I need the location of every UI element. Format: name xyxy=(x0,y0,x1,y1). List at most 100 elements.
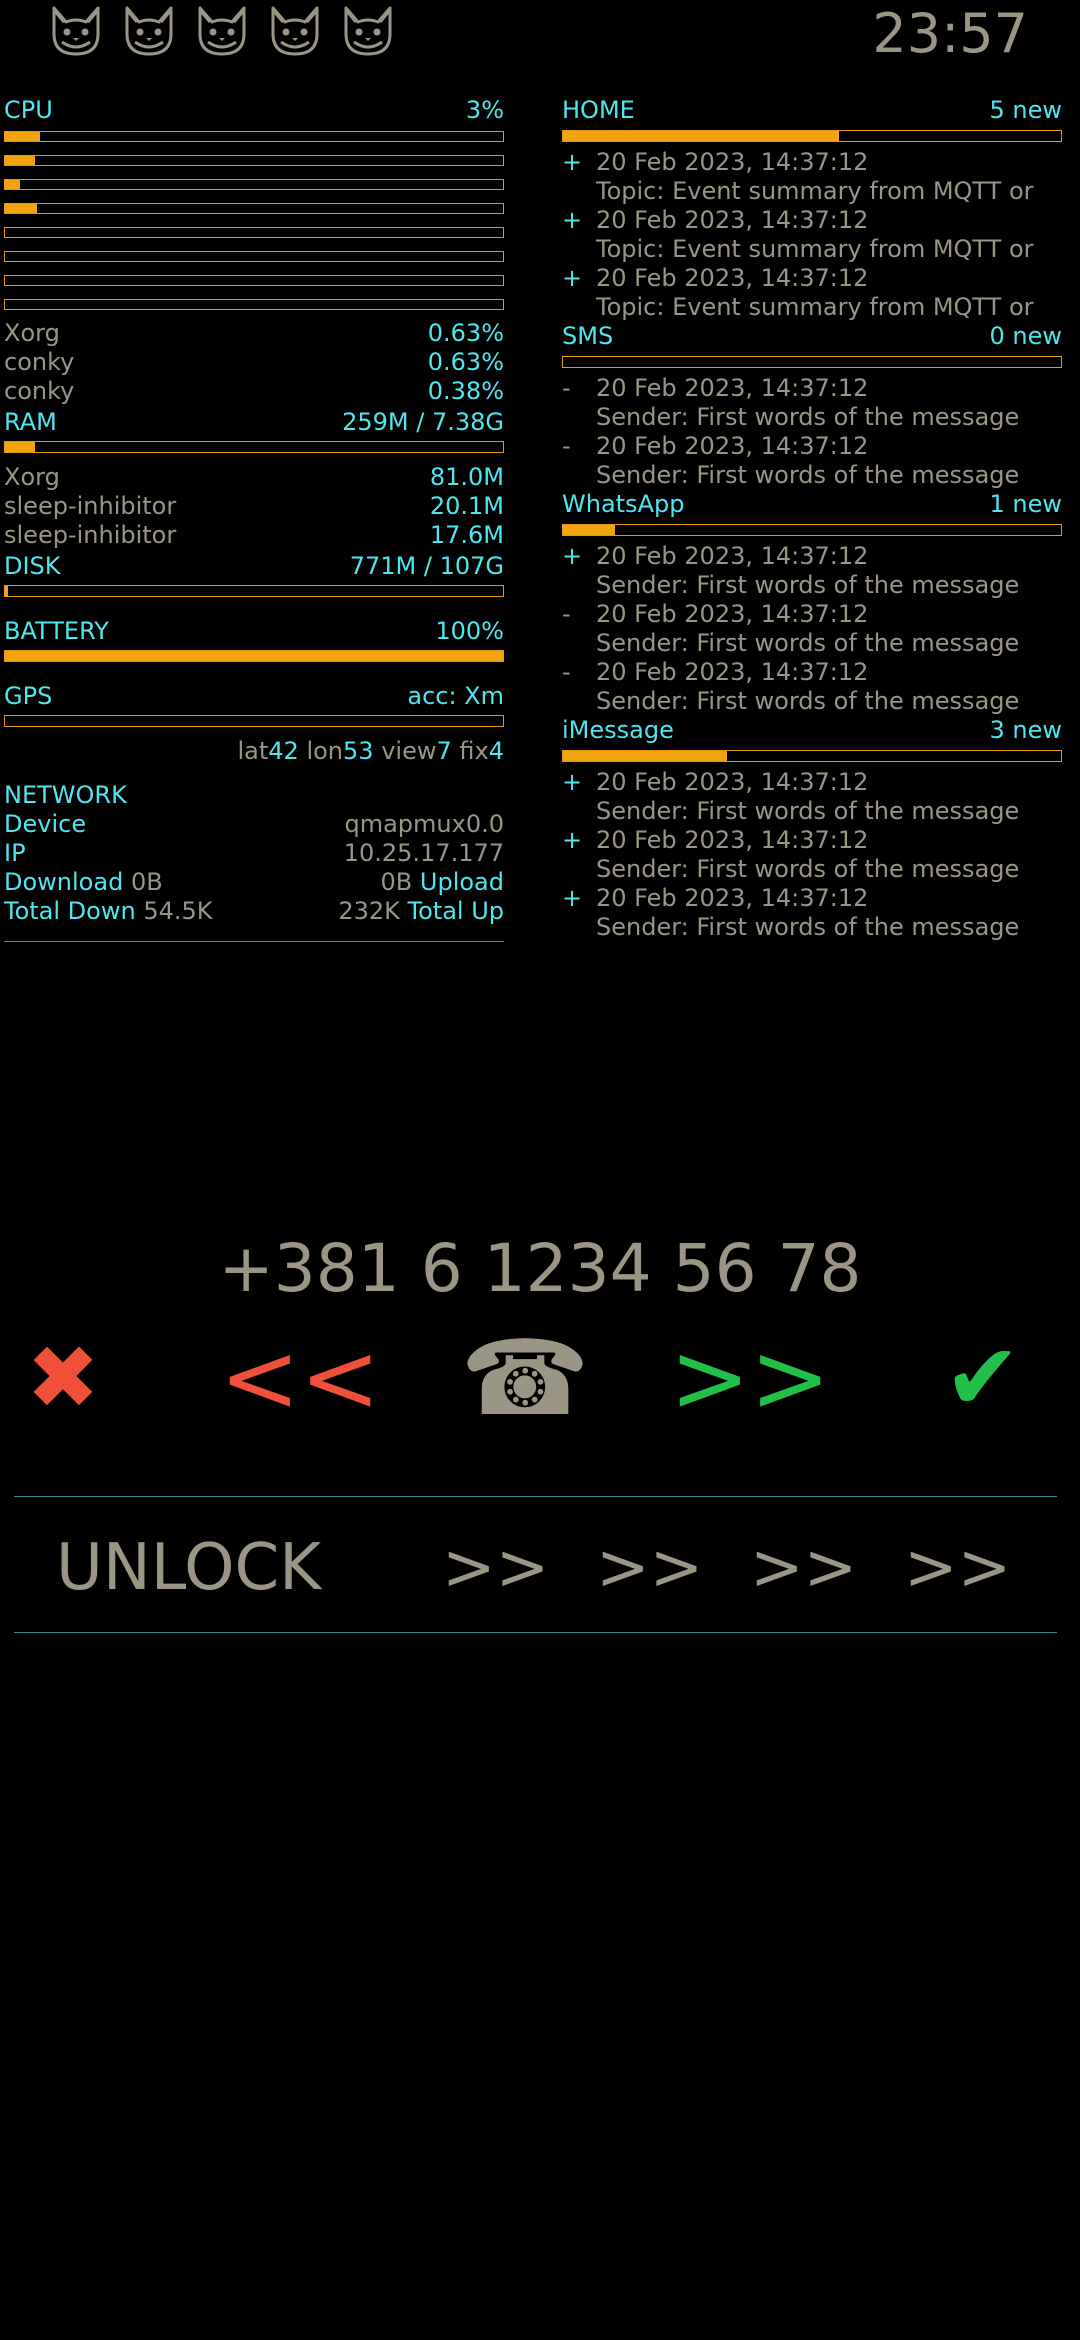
reject-call-button[interactable]: ✖ xyxy=(18,1318,108,1438)
message-date: 20 Feb 2023, 14:37:12 xyxy=(596,600,869,628)
ram-value: 259M / 7.38G xyxy=(342,408,504,436)
message-item[interactable]: +20 Feb 2023, 14:37:12 Sender: First word… xyxy=(562,542,1062,600)
process-value: 20.1M xyxy=(429,492,504,520)
message-bar xyxy=(562,524,1062,536)
battery-header: BATTERY 100% xyxy=(4,617,504,646)
clock: 23:57 xyxy=(872,2,1028,65)
unlock-arrow[interactable]: >> xyxy=(596,1528,703,1608)
process-value: 17.6M xyxy=(429,521,504,549)
upload-label: Upload xyxy=(419,868,504,896)
network-ip: 10.25.17.177 xyxy=(343,839,504,867)
message-date: 20 Feb 2023, 14:37:12 xyxy=(596,264,869,292)
message-section-header[interactable]: SMS 0 new xyxy=(562,322,1062,351)
message-section-header[interactable]: HOME 5 new xyxy=(562,96,1062,125)
phone-icon[interactable]: ☎ xyxy=(455,1318,595,1438)
network-speed-row: Download 0B 0B Upload xyxy=(4,868,504,897)
gps-lat: 42 xyxy=(268,737,299,765)
message-item[interactable]: -20 Feb 2023, 14:37:12 Sender: First word… xyxy=(562,374,1062,432)
download-value: 0B xyxy=(130,868,163,896)
message-bar xyxy=(562,130,1062,142)
messages-panel: HOME 5 new +20 Feb 2023, 14:37:12 Topic: Ev… xyxy=(562,96,1062,942)
message-preview: Sender: First words of the message xyxy=(596,913,1020,941)
process-name: sleep-inhibitor xyxy=(4,521,177,549)
network-device-row: Device qmapmux0.0 xyxy=(4,810,504,839)
message-item[interactable]: +20 Feb 2023, 14:37:12 Topic: Event summa… xyxy=(562,206,1062,264)
message-section-sms: SMS 0 new -20 Feb 2023, 14:37:12 Sender: Fi… xyxy=(562,322,1062,490)
cat-icon xyxy=(194,0,250,58)
download-label: Download xyxy=(4,868,124,896)
ram-process-list: Xorg 81.0M sleep-inhibitor 20.1M sleep-inhib… xyxy=(4,463,504,550)
message-preview: Sender: First words of the message xyxy=(596,797,1020,825)
process-value: 81.0M xyxy=(429,463,504,491)
unlock-arrow[interactable]: >> xyxy=(904,1528,1011,1608)
disk-label: DISK xyxy=(4,552,61,580)
process-name: Xorg xyxy=(4,319,60,347)
message-status-sign: + xyxy=(562,768,583,796)
message-status-sign: + xyxy=(562,884,583,912)
cat-icon xyxy=(48,0,104,58)
message-status-sign: - xyxy=(562,600,571,628)
cpu-core-bar xyxy=(4,299,504,310)
cpu-process-row: conky 0.63% xyxy=(4,348,504,377)
unlock-bottom-divider xyxy=(14,1632,1057,1633)
message-preview: Sender: First words of the message xyxy=(596,571,1020,599)
message-count-badge: 0 new xyxy=(989,322,1062,350)
network-header: NETWORK xyxy=(4,781,504,810)
message-count-badge: 5 new xyxy=(989,96,1062,124)
message-section-whatsapp: WhatsApp 1 new +20 Feb 2023, 14:37:12 Sende… xyxy=(562,490,1062,716)
message-date: 20 Feb 2023, 14:37:12 xyxy=(596,206,869,234)
network-device-label: Device xyxy=(4,810,87,838)
unlock-arrow[interactable]: >> xyxy=(750,1528,857,1608)
status-icons xyxy=(48,0,396,60)
process-value: 0.63% xyxy=(427,319,504,347)
unlock-top-divider xyxy=(14,1496,1057,1497)
message-item[interactable]: -20 Feb 2023, 14:37:12 Sender: First word… xyxy=(562,600,1062,658)
message-status-sign: + xyxy=(562,148,583,176)
cpu-label: CPU xyxy=(4,96,53,124)
message-status-sign: - xyxy=(562,374,571,402)
message-item[interactable]: +20 Feb 2023, 14:37:12 Sender: First word… xyxy=(562,768,1062,826)
message-date: 20 Feb 2023, 14:37:12 xyxy=(596,374,869,402)
message-item[interactable]: +20 Feb 2023, 14:37:12 Topic: Event summa… xyxy=(562,148,1062,206)
cpu-value: 3% xyxy=(465,96,504,124)
unlock-label[interactable]: UNLOCK xyxy=(56,1528,321,1608)
unlock-arrow[interactable]: >> xyxy=(442,1528,549,1608)
gps-view: 7 xyxy=(436,737,452,765)
disk-bar-fill xyxy=(5,586,9,596)
process-name: conky xyxy=(4,377,75,405)
cpu-core-bar-fill xyxy=(5,204,38,213)
message-status-sign: - xyxy=(562,658,571,686)
message-status-sign: + xyxy=(562,206,583,234)
battery-bar-fill xyxy=(5,651,503,661)
message-item[interactable]: +20 Feb 2023, 14:37:12 Topic: Event summa… xyxy=(562,264,1062,322)
ram-bar xyxy=(4,441,504,453)
cpu-process-list: Xorg 0.63% conky 0.63% conky 0.38% xyxy=(4,319,504,406)
message-item[interactable]: -20 Feb 2023, 14:37:12 Sender: First word… xyxy=(562,432,1062,490)
message-bar xyxy=(562,356,1062,368)
previous-button[interactable]: << xyxy=(210,1318,390,1438)
process-value: 0.63% xyxy=(427,348,504,376)
call-controls: ✖ << ☎ >> ✔ xyxy=(0,1318,1080,1438)
message-status-sign: + xyxy=(562,542,583,570)
message-section-header[interactable]: iMessage 3 new xyxy=(562,716,1062,745)
message-date: 20 Feb 2023, 14:37:12 xyxy=(596,768,869,796)
message-section-header[interactable]: WhatsApp 1 new xyxy=(562,490,1062,519)
message-preview: Topic: Event summary from MQTT or xyxy=(596,177,1034,205)
total-up-value: 232K xyxy=(338,897,400,925)
cpu-process-row: Xorg 0.63% xyxy=(4,319,504,348)
message-item[interactable]: +20 Feb 2023, 14:37:12 Sender: First word… xyxy=(562,826,1062,884)
cpu-core-bar xyxy=(4,203,504,214)
message-item[interactable]: -20 Feb 2023, 14:37:12 Sender: First word… xyxy=(562,658,1062,716)
next-button[interactable]: >> xyxy=(660,1318,840,1438)
accept-call-button[interactable]: ✔ xyxy=(935,1318,1030,1438)
cpu-core-bar-fill xyxy=(5,156,35,165)
phone-number: +381 6 1234 56 78 xyxy=(218,1230,862,1307)
message-item[interactable]: +20 Feb 2023, 14:37:12 Sender: First word… xyxy=(562,884,1062,942)
cat-icon xyxy=(121,0,177,58)
disk-header: DISK 771M / 107G xyxy=(4,552,504,581)
cpu-process-row: conky 0.38% xyxy=(4,377,504,406)
message-date: 20 Feb 2023, 14:37:12 xyxy=(596,884,869,912)
message-section-home: HOME 5 new +20 Feb 2023, 14:37:12 Topic: Ev… xyxy=(562,96,1062,322)
total-up-label: Total Up xyxy=(407,897,504,925)
gps-bar xyxy=(4,715,504,727)
